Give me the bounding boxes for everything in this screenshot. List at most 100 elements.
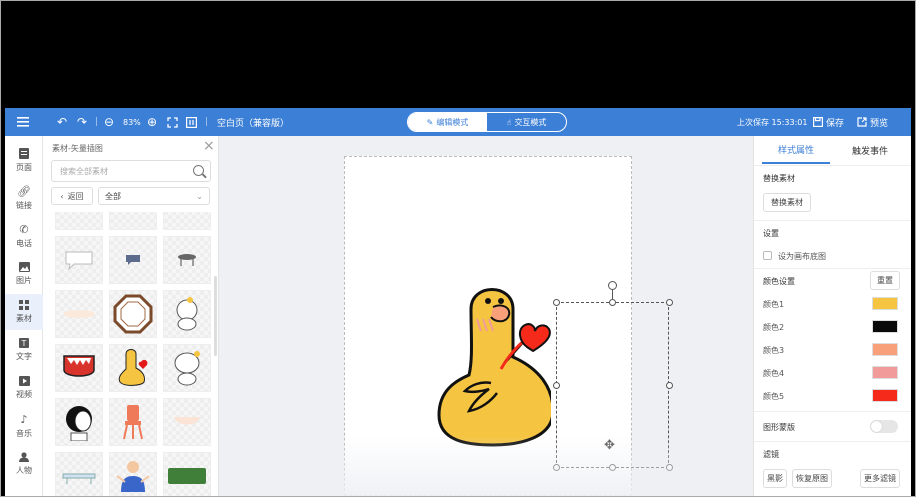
reset-button[interactable]: 重置 bbox=[870, 271, 900, 290]
resize-handle-e[interactable] bbox=[666, 382, 673, 389]
svg-text:T: T bbox=[21, 339, 27, 348]
interact-mode-tab[interactable]: ☝ 交互模式 bbox=[487, 113, 566, 131]
material-item[interactable] bbox=[109, 290, 157, 338]
rotate-connector bbox=[612, 289, 613, 299]
color-swatch[interactable] bbox=[872, 320, 898, 333]
color-swatch[interactable] bbox=[872, 297, 898, 310]
chat-bubble-icon bbox=[126, 255, 140, 265]
duck-illustration[interactable] bbox=[431, 279, 551, 449]
girl-portrait-icon bbox=[66, 406, 92, 441]
panel-scrollbar[interactable] bbox=[214, 276, 217, 356]
video-icon bbox=[18, 376, 30, 386]
sidebar-item-music[interactable]: ♪ 音乐 bbox=[5, 408, 43, 444]
resize-handle-n[interactable] bbox=[609, 299, 616, 306]
material-item[interactable] bbox=[55, 236, 103, 284]
toolbar-divider: | bbox=[205, 117, 209, 127]
divider bbox=[754, 220, 911, 221]
sidebar-item-label: 链接 bbox=[16, 201, 32, 210]
material-item[interactable] bbox=[55, 398, 103, 446]
save-button[interactable]: 保存 bbox=[813, 108, 844, 136]
undo-icon[interactable]: ↶ bbox=[57, 108, 67, 136]
sidebar-item-text[interactable]: T 文字 bbox=[5, 332, 43, 368]
restore-original-button[interactable]: 恢复原图 bbox=[792, 469, 832, 488]
material-item[interactable] bbox=[109, 236, 157, 284]
mouth-icon bbox=[63, 355, 95, 377]
color-swatch[interactable] bbox=[872, 366, 898, 379]
black-banner bbox=[5, 5, 911, 108]
close-icon[interactable]: × bbox=[203, 138, 215, 154]
panel-title: 素材-矢量插图 bbox=[52, 144, 103, 153]
sidebar-item-page[interactable]: 页面 bbox=[5, 142, 43, 178]
left-sidebar: 页面 🔗︎ 链接 ✆ 电话 图片 素材 T 文字 视频 ♪ 音乐 人物 bbox=[5, 136, 43, 496]
tab-style[interactable]: 样式属性 bbox=[762, 136, 830, 164]
material-item[interactable] bbox=[163, 344, 211, 392]
divider bbox=[754, 165, 911, 166]
material-item[interactable] bbox=[163, 398, 211, 446]
material-item[interactable] bbox=[163, 236, 211, 284]
window-frame: ↶ ↷ | ⊖ 83% ⊕ | 空白页（兼容版） ✎ 编辑模式 ☝ 交互模式 上… bbox=[0, 0, 916, 497]
material-item[interactable] bbox=[163, 452, 211, 496]
actual-size-icon[interactable] bbox=[186, 108, 197, 136]
color-label: 颜色5 bbox=[763, 392, 785, 401]
material-item[interactable] bbox=[55, 212, 103, 230]
color-swatch[interactable] bbox=[872, 343, 898, 356]
sidebar-item-person[interactable]: 人物 bbox=[5, 446, 43, 482]
chevron-left-icon: ‹ bbox=[60, 191, 64, 201]
material-item[interactable] bbox=[55, 344, 103, 392]
cloud-shape-icon bbox=[63, 310, 95, 318]
sidebar-item-label: 图片 bbox=[16, 276, 32, 285]
more-filters-button[interactable]: 更多滤镜 bbox=[860, 469, 900, 488]
back-button[interactable]: ‹ 返回 bbox=[51, 187, 93, 205]
tab-events[interactable]: 触发事件 bbox=[836, 136, 904, 164]
octagon-frame-icon bbox=[113, 294, 153, 334]
material-item[interactable] bbox=[109, 398, 157, 446]
resize-handle-ne[interactable] bbox=[666, 299, 673, 306]
material-item[interactable] bbox=[55, 452, 103, 496]
zoom-out-icon[interactable]: ⊖ bbox=[104, 108, 114, 136]
material-item[interactable] bbox=[163, 290, 211, 338]
mask-toggle[interactable] bbox=[870, 420, 898, 433]
chair-icon bbox=[123, 405, 143, 440]
filter-shadow-button[interactable]: 黑影 bbox=[763, 469, 787, 488]
search-input[interactable]: 搜索全部素材 bbox=[51, 160, 211, 182]
resize-handle-nw[interactable] bbox=[553, 299, 560, 306]
canvas-bottom-fade bbox=[219, 436, 753, 496]
search-icon[interactable] bbox=[193, 165, 204, 176]
sidebar-item-material[interactable]: 素材 bbox=[5, 294, 43, 330]
save-icon bbox=[813, 117, 823, 127]
mask-section-title: 图形蒙版 bbox=[763, 423, 795, 432]
material-item[interactable] bbox=[109, 212, 157, 230]
color-label: 颜色2 bbox=[763, 323, 785, 332]
sidebar-item-label: 素材 bbox=[16, 314, 32, 323]
preview-button[interactable]: 预览 bbox=[857, 108, 888, 136]
last-saved-text: 上次保存 15:33:01 bbox=[737, 117, 808, 127]
sidebar-item-video[interactable]: 视频 bbox=[5, 370, 43, 406]
rotate-handle[interactable] bbox=[608, 281, 617, 290]
category-select[interactable]: 全部 ⌄ bbox=[98, 187, 210, 205]
page-name[interactable]: 空白页（兼容版） bbox=[217, 108, 289, 136]
interact-mode-label: 交互模式 bbox=[514, 117, 547, 127]
toolbar-divider: | bbox=[95, 117, 99, 127]
color-swatch[interactable] bbox=[872, 389, 898, 402]
sidebar-item-image[interactable]: 图片 bbox=[5, 256, 43, 292]
edit-mode-tab[interactable]: ✎ 编辑模式 bbox=[408, 113, 487, 131]
resize-handle-w[interactable] bbox=[553, 382, 560, 389]
material-item[interactable] bbox=[55, 290, 103, 338]
chevron-down-icon: ⌄ bbox=[196, 192, 203, 201]
fullscreen-icon[interactable] bbox=[167, 108, 178, 136]
replace-material-button[interactable]: 替换素材 bbox=[763, 193, 811, 212]
set-background-checkbox[interactable] bbox=[763, 251, 772, 260]
phone-icon: ✆ bbox=[19, 223, 29, 236]
redo-icon[interactable]: ↷ bbox=[77, 108, 87, 136]
material-item[interactable] bbox=[109, 452, 157, 496]
material-item[interactable] bbox=[109, 344, 157, 392]
back-label: 返回 bbox=[67, 191, 84, 201]
top-toolbar: ↶ ↷ | ⊖ 83% ⊕ | 空白页（兼容版） ✎ 编辑模式 ☝ 交互模式 上… bbox=[5, 108, 911, 136]
zoom-in-icon[interactable]: ⊕ bbox=[147, 108, 157, 136]
sidebar-item-phone[interactable]: ✆ 电话 bbox=[5, 218, 43, 254]
menu-icon[interactable] bbox=[17, 108, 29, 136]
editor-app: ↶ ↷ | ⊖ 83% ⊕ | 空白页（兼容版） ✎ 编辑模式 ☝ 交互模式 上… bbox=[5, 108, 911, 496]
material-item[interactable] bbox=[163, 212, 211, 230]
sidebar-item-link[interactable]: 🔗︎ 链接 bbox=[5, 180, 43, 216]
person-shrug-icon bbox=[116, 461, 150, 492]
